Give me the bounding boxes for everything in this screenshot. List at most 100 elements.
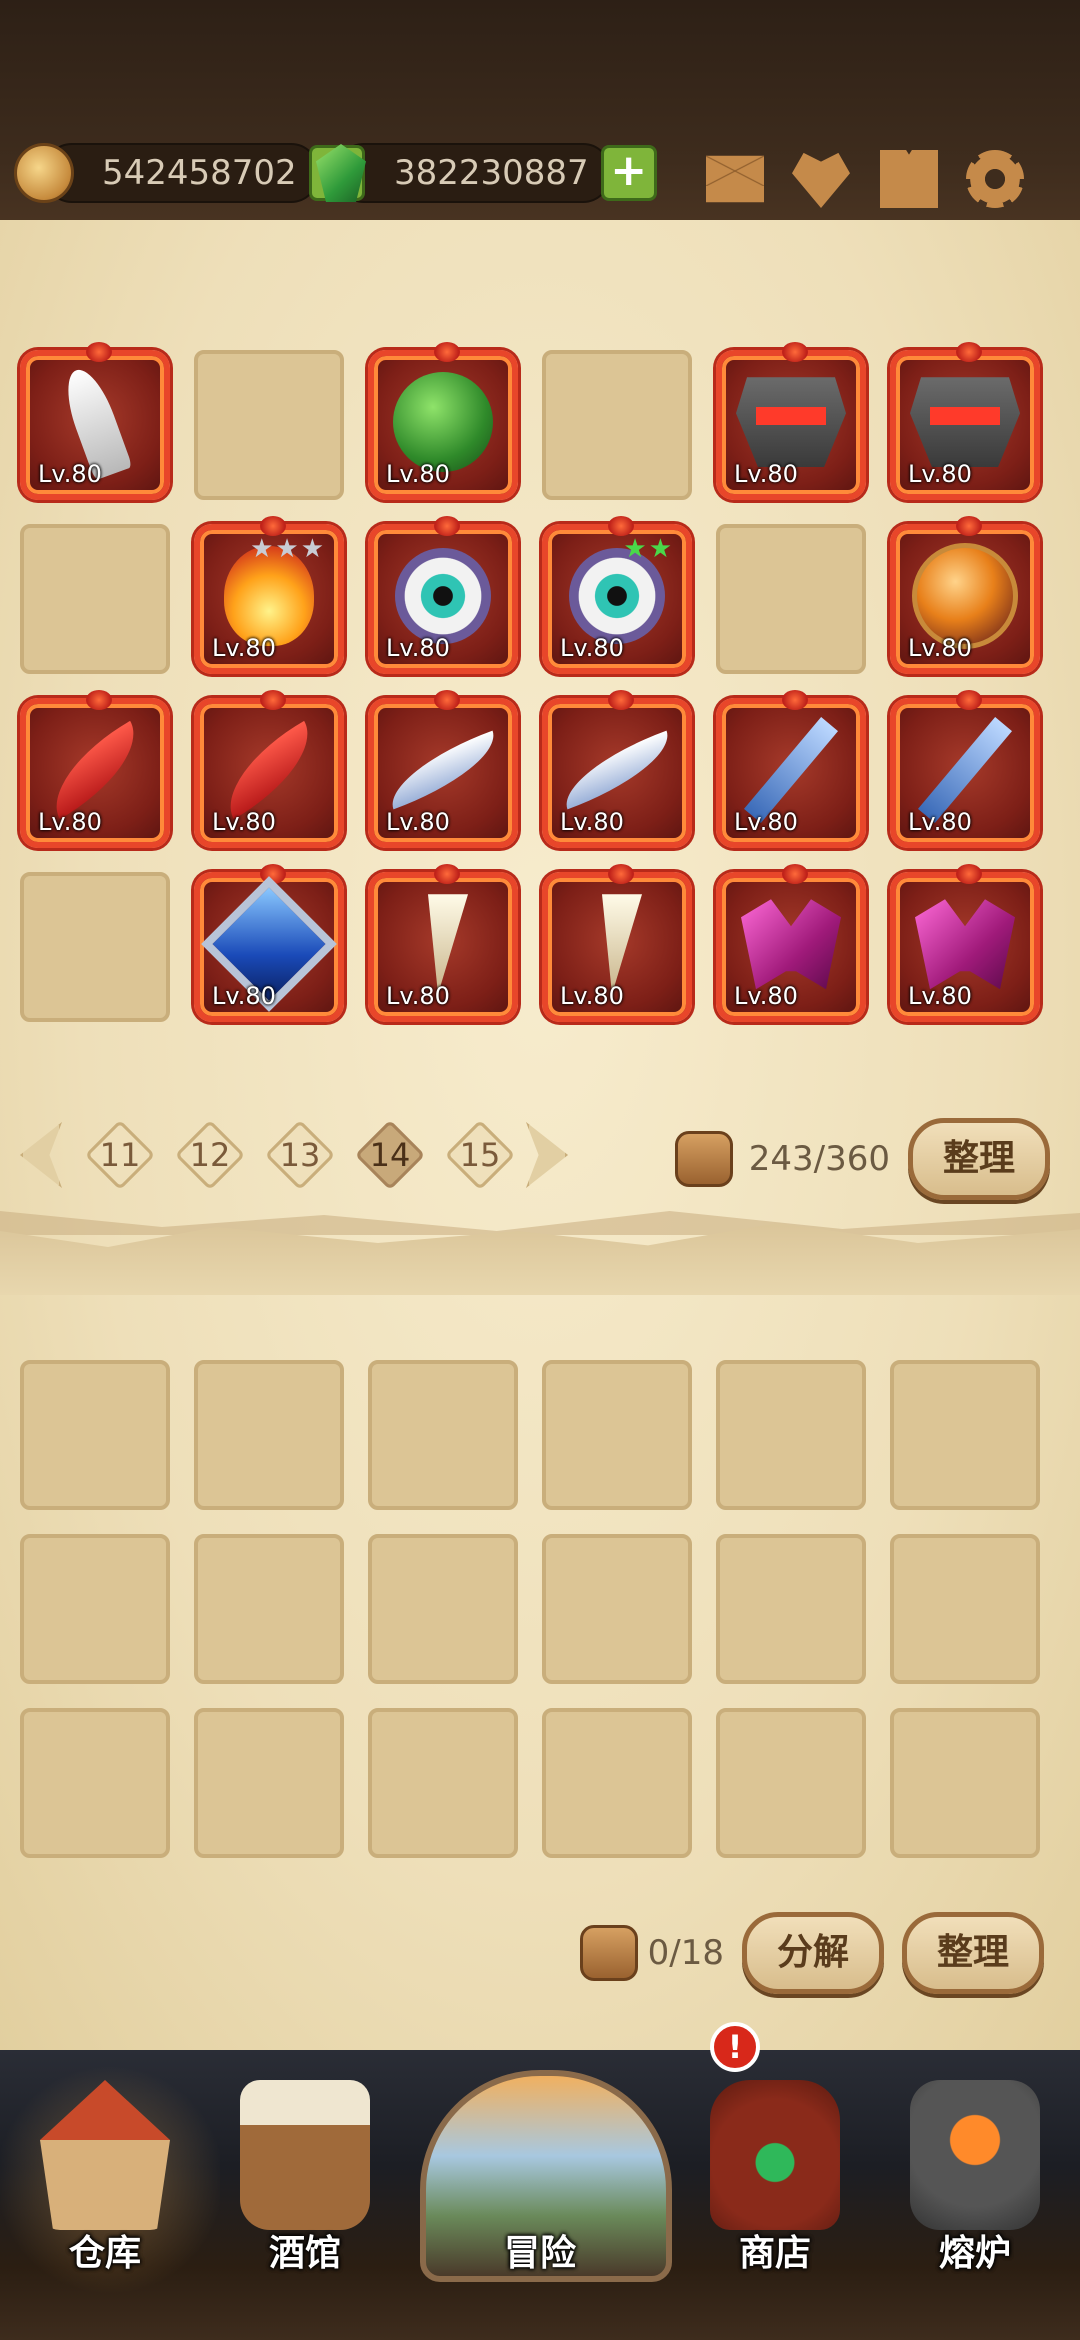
- item-level: Lv.80: [908, 808, 972, 836]
- inventory-item[interactable]: Lv.80: [890, 342, 1040, 500]
- crafting-slot[interactable]: [20, 1360, 170, 1510]
- crafting-slot[interactable]: [890, 1534, 1040, 1684]
- item-level: Lv.80: [734, 808, 798, 836]
- nav-label: 仓库: [68, 2233, 141, 2274]
- inventory-item[interactable]: Lv.80: [716, 342, 866, 500]
- inventory-item[interactable]: Lv.80: [20, 690, 170, 848]
- star-icon: ★: [300, 534, 324, 564]
- inventory-item[interactable]: Lv.80: [890, 864, 1040, 1022]
- decompose-button[interactable]: 分解: [741, 1912, 884, 1994]
- eyeball-icon: [395, 548, 491, 645]
- sort-crafting-button[interactable]: 整理: [901, 1912, 1044, 1994]
- gold-amount: 542458702: [44, 143, 319, 203]
- fang-necklace-icon: [602, 894, 642, 995]
- page-number: 14: [369, 1136, 411, 1174]
- crafting-slot[interactable]: [716, 1360, 866, 1510]
- empty-slot[interactable]: [20, 524, 170, 674]
- item-level: Lv.80: [560, 982, 624, 1010]
- inventory-item[interactable]: ★ ★ ★ Lv.80: [194, 516, 344, 674]
- inventory-item[interactable]: Lv.80: [368, 864, 518, 1022]
- crafting-slot[interactable]: [542, 1708, 692, 1858]
- prev-page-arrow-icon[interactable]: [20, 1122, 62, 1188]
- inventory-item[interactable]: Lv.80: [716, 690, 866, 848]
- crafting-slot[interactable]: [716, 1534, 866, 1684]
- inventory-item[interactable]: Lv.80: [542, 864, 692, 1022]
- crafting-slot[interactable]: [368, 1360, 518, 1510]
- star-icon: ★: [250, 534, 274, 564]
- page-11-button[interactable]: 11: [88, 1123, 152, 1187]
- crafting-slot[interactable]: [194, 1708, 344, 1858]
- nav-adventure[interactable]: 冒险: [410, 2060, 672, 2310]
- item-level: Lv.80: [560, 808, 624, 836]
- empty-slot[interactable]: [194, 350, 344, 500]
- inventory-item[interactable]: Lv.80: [194, 690, 344, 848]
- star-rating: ★ ★ ★: [250, 536, 324, 562]
- red-claw-icon: [34, 721, 156, 820]
- item-level: Lv.80: [560, 634, 624, 662]
- item-level: Lv.80: [386, 982, 450, 1010]
- crafting-slot[interactable]: [716, 1708, 866, 1858]
- mail-icon[interactable]: [706, 155, 764, 203]
- page-number: 15: [459, 1136, 501, 1174]
- item-level: Lv.80: [908, 634, 972, 662]
- gear-icon[interactable]: [966, 150, 1024, 208]
- item-level: Lv.80: [38, 460, 102, 488]
- inventory-item[interactable]: Lv.80: [890, 690, 1040, 848]
- add-gem-button[interactable]: +: [600, 145, 657, 201]
- favorite-icon[interactable]: [792, 152, 850, 208]
- crafting-slot[interactable]: [542, 1360, 692, 1510]
- scimitar-icon: [553, 730, 681, 810]
- crystal-earring-icon: [915, 899, 1015, 990]
- page-13-button[interactable]: 13: [268, 1123, 332, 1187]
- item-level: Lv.80: [38, 808, 102, 836]
- page-14-button[interactable]: 14: [358, 1123, 422, 1187]
- inventory-item[interactable]: Lv.80: [542, 690, 692, 848]
- inventory-item[interactable]: Lv.80: [716, 864, 866, 1022]
- crafting-slot[interactable]: [368, 1708, 518, 1858]
- fang-necklace-icon: [428, 894, 468, 995]
- item-level: Lv.80: [908, 460, 972, 488]
- page-15-button[interactable]: 15: [448, 1123, 512, 1187]
- empty-slot[interactable]: [716, 524, 866, 674]
- demon-helm-icon: [910, 377, 1020, 468]
- crafting-slot[interactable]: [20, 1708, 170, 1858]
- nav-label: 熔炉: [938, 2233, 1011, 2274]
- inventory-item[interactable]: Lv.80: [368, 690, 518, 848]
- item-level: Lv.80: [908, 982, 972, 1010]
- red-claw-icon: [208, 721, 330, 820]
- beetle-shell-icon: [393, 372, 493, 473]
- gem-amount: 382230887: [336, 143, 611, 203]
- storage-info: 243/360 整理: [674, 1118, 1050, 1200]
- nav-shop[interactable]: 商店: [680, 2060, 870, 2310]
- nav-forge[interactable]: 熔炉: [880, 2060, 1070, 2310]
- crafting-slot[interactable]: [542, 1534, 692, 1684]
- crafting-slot[interactable]: [194, 1534, 344, 1684]
- empty-slot[interactable]: [542, 350, 692, 500]
- book-icon[interactable]: [880, 150, 938, 208]
- crafting-slot[interactable]: [20, 1534, 170, 1684]
- empty-slot[interactable]: [20, 872, 170, 1022]
- nav-tavern[interactable]: 酒馆: [210, 2060, 400, 2310]
- inventory-item[interactable]: Lv.80: [194, 864, 344, 1022]
- page-number: 11: [99, 1136, 141, 1174]
- next-page-arrow-icon[interactable]: [526, 1122, 568, 1188]
- crafting-count: 0/18: [647, 1933, 724, 1973]
- page-12-button[interactable]: 12: [178, 1123, 242, 1187]
- sort-storage-button[interactable]: 整理: [907, 1118, 1050, 1200]
- nav-label: 冒险: [503, 2233, 576, 2274]
- inventory-item[interactable]: Lv.80: [890, 516, 1040, 674]
- nav-warehouse[interactable]: 仓库: [0, 2060, 220, 2310]
- crafting-slot[interactable]: [890, 1360, 1040, 1510]
- inventory-item[interactable]: ★ ★ Lv.80: [542, 516, 692, 674]
- item-level: Lv.80: [386, 634, 450, 662]
- inventory-item[interactable]: Lv.80: [20, 342, 170, 500]
- inventory-item[interactable]: Lv.80: [368, 342, 518, 500]
- crafting-slot[interactable]: [890, 1708, 1040, 1858]
- inventory-item[interactable]: Lv.80: [368, 516, 518, 674]
- shop-icon: [710, 2080, 840, 2230]
- star-rating: ★ ★: [623, 536, 672, 562]
- crafting-slot[interactable]: [368, 1534, 518, 1684]
- bag-icon: [674, 1131, 733, 1187]
- crystal-earring-icon: [741, 899, 841, 990]
- crafting-slot[interactable]: [194, 1360, 344, 1510]
